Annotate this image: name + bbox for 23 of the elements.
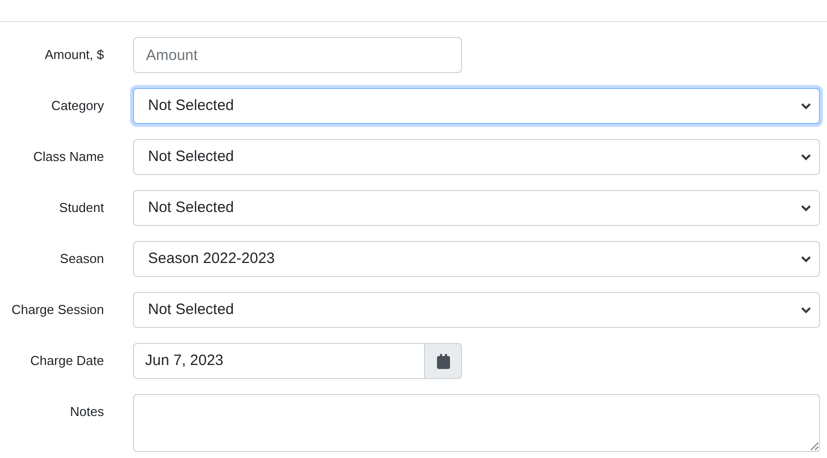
amount-field[interactable]: Amount	[133, 37, 462, 73]
chevron-down-icon	[801, 204, 811, 212]
calendar-icon	[436, 354, 450, 368]
chevron-down-icon	[801, 154, 811, 160]
field-label: Notes	[70, 403, 104, 421]
calendar-button[interactable]	[425, 343, 462, 379]
field-label: Season	[60, 250, 104, 268]
select-field[interactable]: Not Selected	[133, 88, 820, 124]
field-label: Student	[59, 199, 104, 217]
field-label: Class Name	[33, 148, 104, 166]
chevron-down-icon	[801, 102, 811, 110]
chevron-down-icon	[801, 306, 811, 314]
select-field[interactable]: Season 2022-2023	[133, 241, 820, 277]
select-field[interactable]: Not Selected	[133, 292, 820, 328]
field-label: Category	[51, 97, 104, 115]
select-field[interactable]: Not Selected	[133, 190, 820, 226]
notes-field[interactable]	[133, 394, 820, 452]
field-label: Amount, $	[44, 46, 104, 64]
select-field[interactable]: Not Selected	[133, 139, 820, 175]
field-label: Charge Session	[12, 301, 104, 319]
chevron-down-icon	[801, 256, 811, 262]
date-field[interactable]: Jun 7, 2023	[133, 343, 425, 379]
field-label: Charge Date	[30, 352, 104, 370]
